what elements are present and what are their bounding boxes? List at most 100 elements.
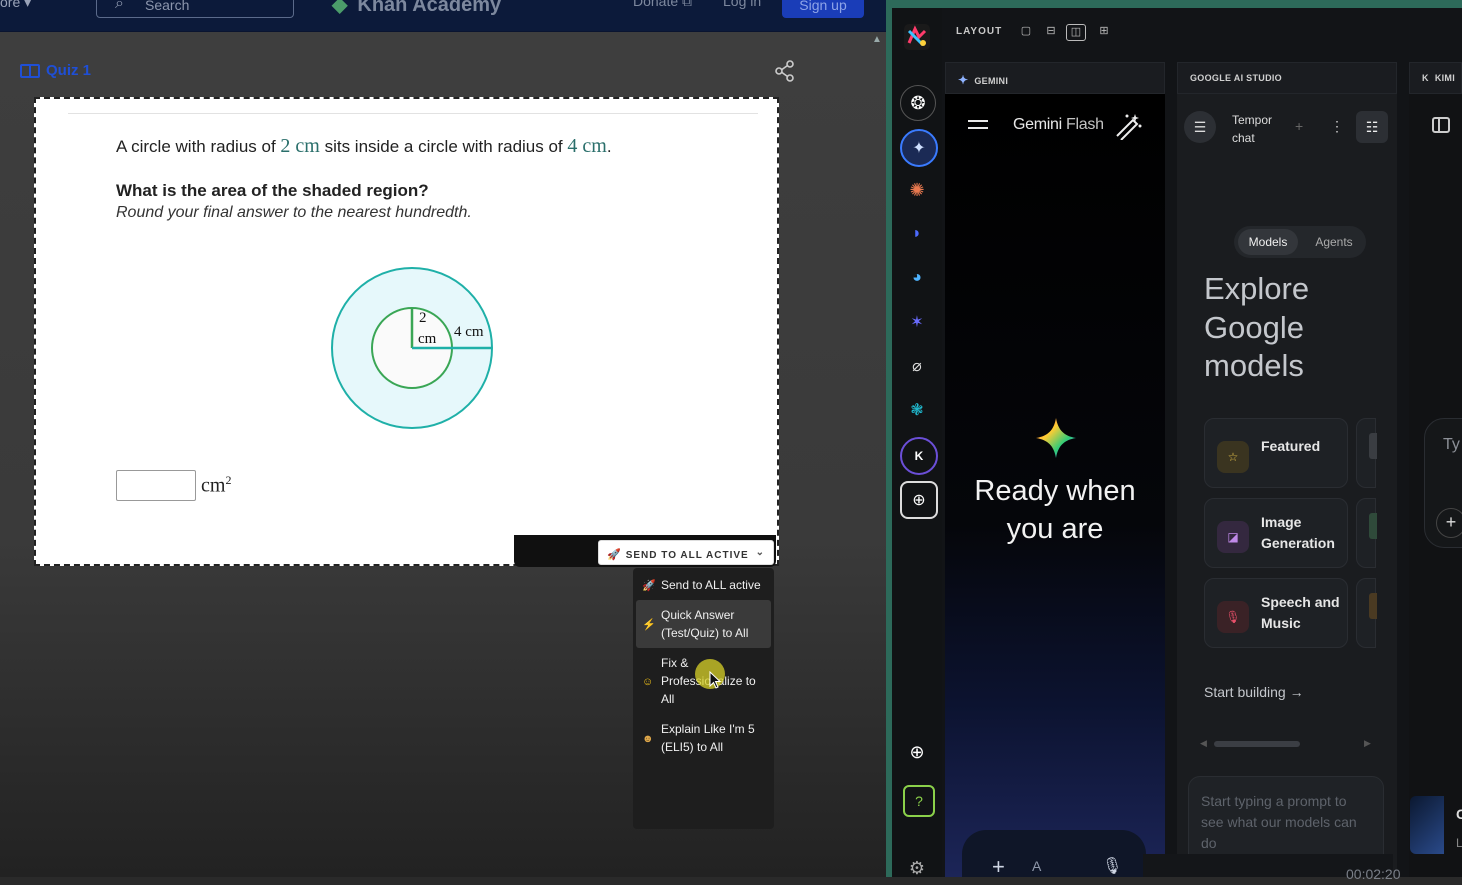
chatgpt-icon[interactable]: ❂ xyxy=(900,85,936,121)
layout-single-button[interactable]: ▢ xyxy=(1016,24,1036,41)
help-icon[interactable]: ? xyxy=(903,785,935,817)
kimi-icon[interactable]: K xyxy=(900,437,938,475)
menu-item-label: Quick Answer (Test/Quiz) to All xyxy=(661,608,749,640)
login-link[interactable]: Log in xyxy=(723,0,761,9)
baby-icon: ☻ xyxy=(642,733,654,745)
qwen-icon[interactable]: ❃ xyxy=(900,393,934,427)
kimi-card-thumbnail[interactable] xyxy=(1410,796,1444,854)
sidebar-toggle-icon[interactable] xyxy=(1432,117,1450,133)
inner-radius-unit: cm xyxy=(418,331,437,347)
scroll-up-arrow[interactable]: ▲ xyxy=(872,34,882,45)
kimi-prompt-placeholder: Ty xyxy=(1443,436,1460,453)
layout-columns-button[interactable]: ◫ xyxy=(1066,24,1086,41)
hamburger-menu-icon[interactable] xyxy=(968,118,988,132)
card-label: Featured xyxy=(1261,438,1321,454)
unit-text: cm xyxy=(201,474,226,497)
gemini-sparkle-icon xyxy=(1036,418,1076,458)
menu-item-send-all[interactable]: 🚀 Send to ALL active xyxy=(636,570,771,600)
kimi-card-title: C xyxy=(1456,806,1462,822)
perplexity-icon[interactable]: ✶ xyxy=(900,305,934,339)
model-card-featured[interactable]: ☆ Featured xyxy=(1204,418,1348,488)
logo-text: Khan Academy xyxy=(357,0,502,16)
tune-settings-icon[interactable]: ☷ xyxy=(1356,111,1388,143)
start-building-link[interactable]: Start building → xyxy=(1204,684,1304,700)
tab-agents[interactable]: Agents xyxy=(1306,229,1362,255)
kimi-small-icon: K xyxy=(1422,73,1429,83)
column-header-kimi: K KIMI xyxy=(1409,62,1462,94)
add-icon[interactable]: + xyxy=(1295,118,1303,134)
answer-unit: cm2 xyxy=(201,473,231,498)
microphone-icon[interactable]: 🎙 xyxy=(1102,856,1122,876)
layout-rows-button[interactable]: ⊟ xyxy=(1041,24,1061,41)
scrollbar-thumb[interactable] xyxy=(1214,741,1300,747)
send-menu: 🚀 Send to ALL active ⚡ Quick Answer (Test/… xyxy=(633,568,774,829)
menu-item-quick-answer[interactable]: ⚡ Quick Answer (Test/Quiz) to All xyxy=(636,600,771,648)
gemini-model-name: Flash xyxy=(1066,116,1104,133)
menu-icon[interactable]: ☰ xyxy=(1184,111,1216,143)
add-panel-icon[interactable]: ⊕ xyxy=(900,481,938,519)
plus-icon[interactable]: + xyxy=(992,854,1005,880)
layout-grid-button[interactable]: ⊞ xyxy=(1094,24,1114,41)
copilot-icon[interactable]: ◕ xyxy=(900,261,934,295)
mouse-cursor-icon xyxy=(709,671,722,689)
model-card-image-generation[interactable]: ◪ Image Generation xyxy=(1204,498,1348,568)
unit-exponent: 2 xyxy=(225,473,232,487)
inner-radius-value: 2 cm xyxy=(280,135,320,157)
share-icon[interactable] xyxy=(774,60,796,82)
tab-models[interactable]: Models xyxy=(1238,229,1298,255)
model-card-speech-music[interactable]: 🎙 Speech and Music xyxy=(1204,578,1348,648)
question-text-part: sits inside a circle with radius of xyxy=(319,137,568,156)
model-card-peek[interactable] xyxy=(1356,498,1377,568)
more-options-icon[interactable]: ⋮ xyxy=(1330,118,1344,135)
model-card-peek[interactable] xyxy=(1356,418,1377,488)
gemini-small-icon: ✦ xyxy=(958,73,969,87)
settings-icon[interactable]: ⚙ xyxy=(900,851,934,885)
more-menu[interactable]: ore ▾ xyxy=(0,0,31,11)
lightning-icon: ⚡ xyxy=(642,619,656,631)
claude-icon[interactable]: ✺ xyxy=(900,173,934,207)
question-prompt: What is the area of the shaded region? xyxy=(116,181,429,200)
send-to-all-dropdown[interactable]: 🚀 SEND TO ALL ACTIVE ⌄ xyxy=(598,540,774,565)
gemini-icon[interactable]: ✦ xyxy=(900,129,938,167)
send-button-label: SEND TO ALL ACTIVE xyxy=(625,550,749,561)
answer-input[interactable] xyxy=(116,470,196,501)
explore-text: Explore Google models xyxy=(1204,271,1310,383)
app-logo-icon[interactable] xyxy=(900,20,934,54)
deepseek-icon[interactable]: ◗ xyxy=(900,217,934,251)
kimi-add-icon[interactable]: + xyxy=(1436,508,1462,538)
donate-link[interactable]: Donate ⧉ xyxy=(633,0,692,10)
card-label: Image Generation xyxy=(1261,514,1335,551)
column-title: GEMINI xyxy=(974,76,1009,86)
scroll-left-icon[interactable]: ◀ xyxy=(1200,738,1207,749)
search-input[interactable]: ⌕ Search xyxy=(96,0,294,18)
inner-radius-label: 2 xyxy=(419,310,427,326)
question-card: A circle with radius of 2 cm sits inside… xyxy=(34,97,779,566)
question-text: A circle with radius of 2 cm sits inside… xyxy=(116,135,612,158)
model-card-peek[interactable] xyxy=(1356,578,1377,648)
crosshair-icon[interactable]: ⊕ xyxy=(900,735,934,769)
search-icon: ⌕ xyxy=(115,0,124,12)
gemini-model-selector[interactable]: Gemini Flash xyxy=(1013,116,1104,134)
gemini-greeting: Ready when you are xyxy=(974,475,1136,545)
temporary-chat-title: Tempor chat xyxy=(1232,111,1282,147)
khan-academy-logo[interactable]: ◆ Khan Academy xyxy=(332,0,501,17)
menu-item-label: Explain Like I'm 5 (ELI5) to All xyxy=(661,722,755,754)
column-title: KIMI xyxy=(1434,73,1456,83)
grok-icon[interactable]: ⌀ xyxy=(900,349,934,383)
scroll-right-icon[interactable]: ▶ xyxy=(1364,738,1371,749)
column-header-gemini: ✦ GEMINI xyxy=(945,62,1165,94)
concentric-circles-figure: 2 cm 4 cm xyxy=(331,267,493,429)
leaf-icon: ◆ xyxy=(332,0,348,16)
quiz-title[interactable]: Quiz 1 xyxy=(20,62,91,79)
question-instruction: Round your final answer to the nearest h… xyxy=(116,204,472,221)
menu-item-eli5[interactable]: ☻ Explain Like I'm 5 (ELI5) to All xyxy=(636,714,771,762)
signup-button[interactable]: Sign up xyxy=(782,0,864,18)
card-label: Speech and Music xyxy=(1261,594,1340,631)
menu-item-label: Send to ALL active xyxy=(661,578,761,592)
kimi-card-subtitle: L xyxy=(1456,836,1462,850)
smile-icon: ☺ xyxy=(642,676,654,688)
carousel-scrollbar[interactable]: ◀ ▶ xyxy=(1200,738,1372,750)
new-chat-icon[interactable] xyxy=(1113,112,1143,140)
outer-radius-value: 4 cm xyxy=(567,135,607,157)
book-icon xyxy=(20,64,40,78)
